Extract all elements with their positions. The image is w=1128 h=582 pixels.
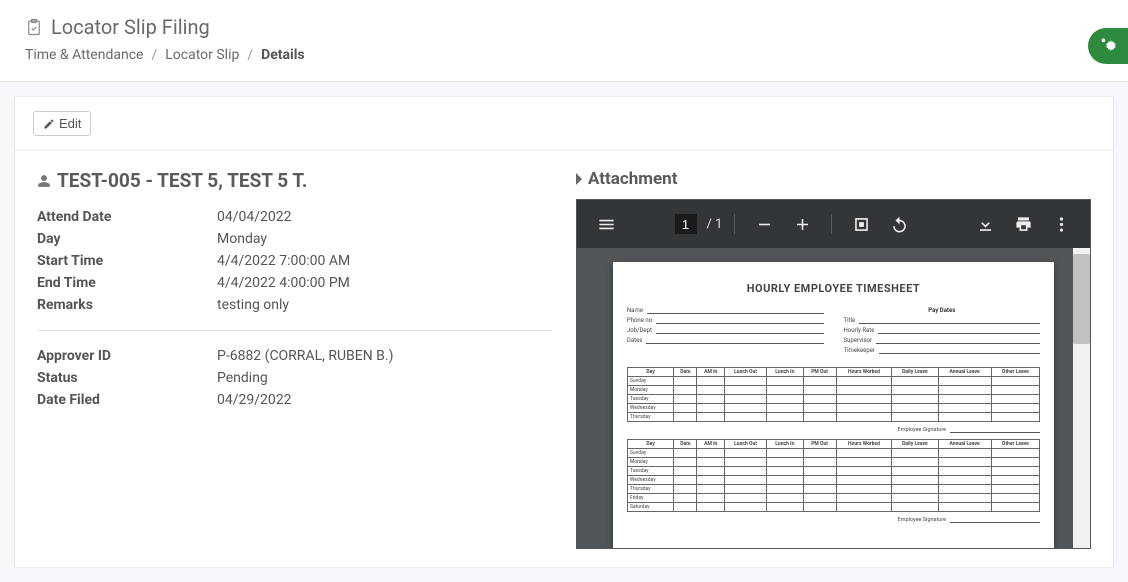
- doc-field-label: Supervisor: [844, 337, 872, 344]
- doc-pay-dates-header: Pay Dates: [844, 307, 1041, 314]
- attachment-title-label: Attachment: [588, 169, 677, 189]
- doc-right-col: Pay Dates Title Hourly Rate Supervisor T…: [844, 307, 1041, 357]
- pdf-zoom-in-button[interactable]: [785, 207, 819, 241]
- value-end-time: 4/4/2022 4:00:00 PM: [217, 275, 350, 291]
- fit-page-icon: [852, 215, 871, 234]
- attachment-pane: Attachment / 1: [576, 169, 1091, 549]
- row-start-time: Start Time 4/4/2022 7:00:00 AM: [37, 250, 552, 272]
- doc-table-2: DayDateAM InLunch OutLunch InPM OutHours…: [627, 439, 1040, 512]
- pdf-page: HOURLY EMPLOYEE TIMESHEET Name Phone no …: [613, 262, 1054, 548]
- clipboard-icon: [25, 17, 43, 37]
- label-remarks: Remarks: [37, 297, 217, 313]
- value-status: Pending: [217, 370, 268, 386]
- row-remarks: Remarks testing only: [37, 294, 552, 316]
- pdf-toolbar-separator: [831, 214, 832, 234]
- more-vertical-icon: [1052, 215, 1071, 234]
- row-end-time: End Time 4/4/2022 4:00:00 PM: [37, 272, 552, 294]
- doc-sig-label: Employee Signature: [898, 427, 947, 433]
- card-body: TEST-005 - TEST 5, TEST 5 T. Attend Date…: [15, 151, 1113, 567]
- value-day: Monday: [217, 231, 267, 247]
- row-approver-id: Approver ID P-6882 (CORRAL, RUBEN B.): [37, 345, 552, 367]
- doc-field-label: Name: [627, 307, 643, 314]
- row-date-filed: Date Filed 04/29/2022: [37, 389, 552, 411]
- chevron-right-icon: [576, 173, 584, 185]
- doc-left-col: Name Phone no Job/Dept Dates: [627, 307, 824, 357]
- row-status: Status Pending: [37, 367, 552, 389]
- pdf-zoom-out-button[interactable]: [747, 207, 781, 241]
- doc-field-label: Title: [844, 317, 856, 324]
- page-title-row: Locator Slip Filing: [25, 15, 1103, 39]
- label-start-time: Start Time: [37, 253, 217, 269]
- rotate-icon: [890, 215, 909, 234]
- pdf-rotate-button[interactable]: [882, 207, 916, 241]
- attachment-header[interactable]: Attachment: [576, 169, 1091, 189]
- pdf-menu-button[interactable]: [589, 207, 623, 241]
- page-title: Locator Slip Filing: [51, 15, 210, 39]
- doc-sig-label: Employee Signature: [898, 517, 947, 523]
- gears-icon: [1098, 36, 1118, 56]
- person-icon: [37, 173, 51, 189]
- employee-name: TEST-005 - TEST 5, TEST 5 T.: [57, 169, 307, 192]
- pdf-print-button[interactable]: [1006, 207, 1040, 241]
- doc-field-label: Phone no: [627, 317, 652, 324]
- employee-header: TEST-005 - TEST 5, TEST 5 T.: [37, 169, 552, 192]
- breadcrumb-separator: /: [247, 47, 253, 63]
- details-pane: TEST-005 - TEST 5, TEST 5 T. Attend Date…: [37, 169, 552, 549]
- settings-floating-button[interactable]: [1088, 28, 1128, 64]
- breadcrumb-item-time-attendance[interactable]: Time & Attendance: [25, 47, 143, 63]
- pdf-fit-button[interactable]: [844, 207, 878, 241]
- doc-table-1: DayDateAM InLunch OutLunch InPM OutHours…: [627, 367, 1040, 422]
- details-divider: [37, 330, 552, 331]
- pdf-page-input[interactable]: [675, 214, 697, 234]
- pdf-viewer: / 1: [576, 199, 1091, 549]
- label-end-time: End Time: [37, 275, 217, 291]
- pdf-body[interactable]: HOURLY EMPLOYEE TIMESHEET Name Phone no …: [577, 248, 1090, 548]
- label-approver-id: Approver ID: [37, 348, 217, 364]
- card-toolbar: Edit: [15, 97, 1113, 151]
- pdf-toolbar-separator: [734, 214, 735, 234]
- value-remarks: testing only: [217, 297, 289, 313]
- row-day: Day Monday: [37, 228, 552, 250]
- doc-title: HOURLY EMPLOYEE TIMESHEET: [627, 282, 1040, 295]
- breadcrumb: Time & Attendance / Locator Slip / Detai…: [25, 47, 1103, 63]
- value-start-time: 4/4/2022 7:00:00 AM: [217, 253, 350, 269]
- value-date-filed: 04/29/2022: [217, 392, 292, 408]
- doc-field-label: Timekeeper: [844, 347, 875, 354]
- pdf-page-total: / 1: [707, 217, 723, 232]
- page-header: Locator Slip Filing Time & Attendance / …: [0, 0, 1128, 82]
- edit-button[interactable]: Edit: [33, 111, 91, 136]
- breadcrumb-separator: /: [151, 47, 157, 63]
- value-attend-date: 04/04/2022: [217, 209, 292, 225]
- breadcrumb-current: Details: [261, 47, 305, 63]
- edit-button-label: Edit: [59, 116, 81, 131]
- print-icon: [1014, 215, 1033, 234]
- hamburger-icon: [597, 215, 616, 234]
- doc-field-label: Job/Dept: [627, 327, 652, 334]
- doc-field-label: Hourly Rate: [844, 327, 875, 334]
- edit-icon: [43, 118, 55, 130]
- label-attend-date: Attend Date: [37, 209, 217, 225]
- details-card: Edit TEST-005 - TEST 5, TEST 5 T. Attend…: [14, 96, 1114, 568]
- value-approver-id: P-6882 (CORRAL, RUBEN B.): [217, 348, 393, 364]
- doc-top-section: Name Phone no Job/Dept Dates Pay Dates T…: [627, 307, 1040, 357]
- pdf-toolbar: / 1: [577, 200, 1090, 248]
- pdf-more-button[interactable]: [1044, 207, 1078, 241]
- label-day: Day: [37, 231, 217, 247]
- doc-field-label: Dates: [627, 337, 642, 344]
- minus-icon: [755, 215, 774, 234]
- label-status: Status: [37, 370, 217, 386]
- pdf-download-button[interactable]: [968, 207, 1002, 241]
- row-attend-date: Attend Date 04/04/2022: [37, 206, 552, 228]
- download-icon: [976, 215, 995, 234]
- plus-icon: [793, 215, 812, 234]
- pdf-scrollbar-thumb[interactable]: [1073, 254, 1090, 344]
- label-date-filed: Date Filed: [37, 392, 217, 408]
- breadcrumb-item-locator-slip[interactable]: Locator Slip: [165, 47, 239, 63]
- pdf-scrollbar[interactable]: [1073, 248, 1090, 548]
